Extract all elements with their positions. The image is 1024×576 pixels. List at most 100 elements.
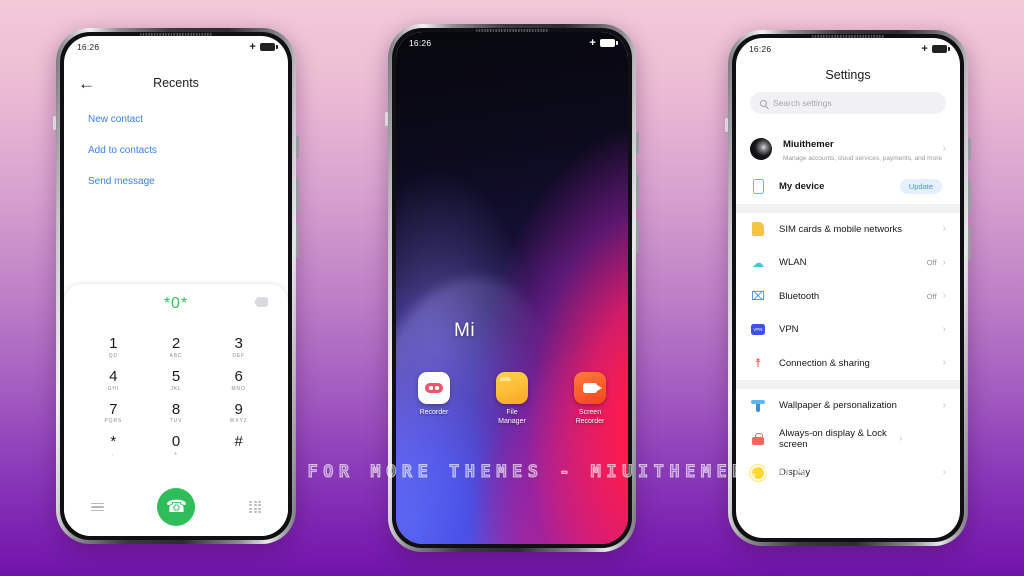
dialpad: 1 QD 2 ABC 3 DEF 4 GHI 5 JKL 6 MNO 7 PQR…: [64, 324, 288, 461]
phone-left-side-button[interactable]: [53, 116, 56, 130]
phone-right-power-button[interactable]: [968, 226, 971, 260]
account-name: Miuithemer: [783, 139, 834, 151]
sim-card-icon: [750, 222, 766, 237]
screen-recorder-icon: [574, 372, 606, 404]
phone-middle-side-button[interactable]: [385, 112, 388, 126]
search-input[interactable]: Search settings: [750, 92, 946, 114]
dialpad-key-star[interactable]: * ,: [82, 428, 145, 461]
phone-middle-power-button[interactable]: [636, 220, 639, 254]
link-add-to-contacts[interactable]: Add to contacts: [88, 135, 264, 166]
key-digit: 4: [109, 367, 118, 385]
app-label-line1: File: [506, 409, 518, 416]
dialpad-key-4[interactable]: 4 GHI: [82, 363, 145, 396]
row-label: Display: [779, 467, 811, 479]
phone-right-volume-up[interactable]: [968, 138, 971, 160]
phone-right-side-button[interactable]: [725, 118, 728, 132]
phone-right-screen: 16:26 + Settings Search settings Miuithe…: [736, 38, 960, 538]
dialer-phone: 16:26 + ← Recents New contact Add to con…: [53, 28, 299, 544]
earpiece-grille: [812, 35, 884, 38]
key-letters: ,: [112, 451, 115, 457]
settings-row-display[interactable]: Display ›: [736, 456, 960, 490]
key-letters: DEF: [232, 352, 246, 359]
app-recorder[interactable]: Recorder: [405, 372, 463, 427]
row-label: My device: [779, 181, 825, 193]
link-new-contact[interactable]: New contact: [88, 104, 264, 135]
keypad-grid-icon[interactable]: [249, 501, 262, 513]
dialpad-key-9[interactable]: 9 WXYZ: [207, 396, 270, 429]
vpn-icon-text: VPN: [751, 324, 765, 336]
phone-left-bezel: 16:26 + ← Recents New contact Add to con…: [60, 32, 292, 540]
dialpad-key-7[interactable]: 7 PQRS: [82, 396, 145, 429]
dialpad-key-1[interactable]: 1 QD: [82, 330, 145, 363]
recorder-icon: [418, 372, 450, 404]
settings-list[interactable]: My device Update SIM cards & mobile netw…: [736, 170, 960, 538]
chevron-right-icon: ›: [942, 143, 946, 154]
status-bar: 16:26 +: [64, 36, 288, 58]
vpn-icon: VPN: [750, 324, 766, 336]
key-digit: 1: [109, 335, 118, 352]
dialpad-key-5[interactable]: 5 JKL: [145, 363, 208, 396]
settings-row-vpn[interactable]: VPN VPN ›: [736, 313, 960, 347]
link-send-message[interactable]: Send message: [88, 166, 264, 197]
settings-row-bluetooth[interactable]: ⌧ Bluetooth Off ›: [736, 280, 960, 314]
dialpad-key-3[interactable]: 3 DEF: [207, 330, 270, 363]
key-letters: QD: [108, 352, 118, 359]
chevron-right-icon: ›: [942, 466, 946, 478]
dialpad-key-hash[interactable]: #: [207, 428, 270, 461]
dialer-sheet: *0* 1 QD 2 ABC 3 DEF 4 GHI 5 JKL 6 MNO 7…: [64, 284, 288, 536]
key-letters: PQRS: [104, 418, 123, 425]
app-row: Recorder File Manager Screen Recorder: [396, 372, 628, 427]
backspace-icon[interactable]: [254, 297, 268, 307]
key-digit: 0: [171, 433, 181, 451]
phone-left-volume-down[interactable]: [296, 178, 299, 212]
chevron-right-icon: ›: [899, 433, 903, 445]
key-digit: #: [234, 433, 243, 451]
wallpaper: [396, 32, 628, 544]
status-badge[interactable]: Update: [899, 179, 942, 195]
settings-row-connection-sharing[interactable]: ☨ Connection & sharing ›: [736, 347, 960, 381]
key-letters: TUV: [169, 418, 183, 425]
dialpad-key-6[interactable]: 6 MNO: [207, 363, 270, 396]
chevron-right-icon: ›: [942, 290, 946, 302]
battery-icon: [600, 39, 618, 47]
settings-row-wlan[interactable]: ☁ WLAN Off ›: [736, 246, 960, 280]
key-digit: 9: [234, 400, 243, 418]
account-row[interactable]: Miuithemer Manage accounts, cloud servic…: [736, 128, 960, 170]
phone-right-bezel: 16:26 + Settings Search settings Miuithe…: [732, 34, 964, 542]
row-label: Bluetooth: [779, 290, 820, 302]
phone-middle-volume-up[interactable]: [636, 132, 639, 154]
dialpad-key-2[interactable]: 2 ABC: [145, 330, 208, 363]
settings-row-always-on-display[interactable]: Always-on display & Lock screen ›: [736, 423, 960, 457]
bluetooth-icon: ⌧: [751, 289, 765, 304]
settings-row-wallpaper[interactable]: Wallpaper & personalization ›: [736, 389, 960, 423]
display-brightness-icon: [750, 466, 766, 479]
settings-row-sim-cards[interactable]: SIM cards & mobile networks ›: [736, 213, 960, 247]
earpiece-grille: [140, 33, 212, 36]
key-digit: 3: [234, 335, 243, 352]
phone-middle-screen: 16:26 + Mi Recorder File Manager Screen …: [396, 32, 628, 544]
app-screen-recorder[interactable]: Screen Recorder: [561, 372, 619, 427]
chevron-right-icon: ›: [942, 399, 946, 411]
dialpad-key-8[interactable]: 8 TUV: [145, 396, 208, 429]
avatar: [750, 138, 772, 160]
chevron-right-icon: ›: [942, 256, 946, 268]
dialer-display[interactable]: *0*: [64, 284, 288, 324]
status-bar: 16:26 +: [736, 38, 960, 60]
section-divider: [736, 380, 960, 389]
wifi-icon: ☁: [752, 255, 764, 270]
key-digit: 2: [171, 335, 181, 352]
hamburger-menu-icon[interactable]: [90, 502, 104, 512]
dialpad-key-0[interactable]: 0 +: [145, 428, 208, 461]
app-file-manager[interactable]: File Manager: [483, 372, 541, 427]
phone-middle-volume-down[interactable]: [636, 174, 639, 208]
status-bar-time: 16:26: [77, 42, 100, 52]
key-letters: WXYZ: [229, 418, 248, 425]
phone-right-volume-down[interactable]: [968, 180, 971, 214]
dialer-bottom-bar: ☎: [64, 488, 288, 526]
phone-left-volume-up[interactable]: [296, 136, 299, 158]
phone-call-icon[interactable]: ☎: [157, 488, 196, 526]
settings-row-my-device[interactable]: My device Update: [736, 170, 960, 204]
phone-left-power-button[interactable]: [296, 224, 299, 258]
account-subtitle: Manage accounts, cloud services, payment…: [783, 155, 942, 163]
key-letters: [207, 451, 270, 457]
